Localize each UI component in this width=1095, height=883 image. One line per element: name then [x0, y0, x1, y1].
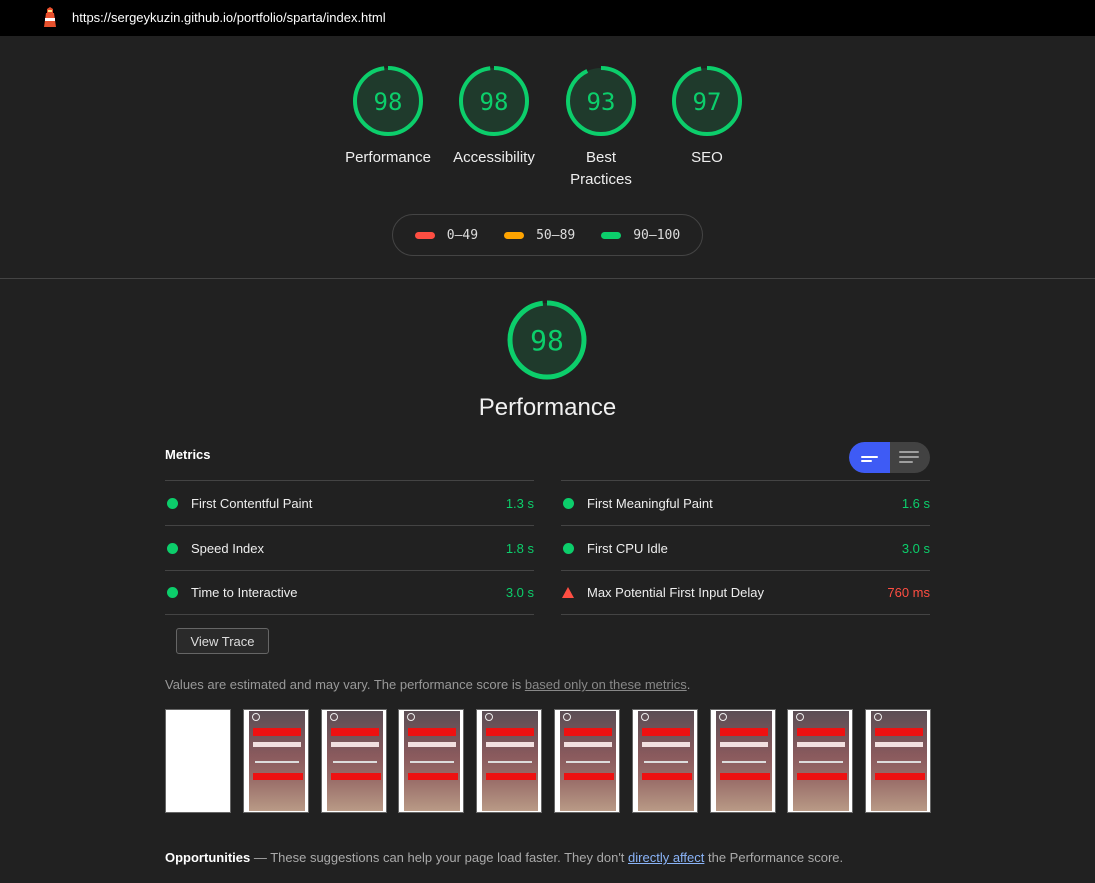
metrics-view-toggle[interactable] [849, 442, 930, 473]
expanded-view-icon-line [899, 461, 913, 463]
expanded-view-icon[interactable] [899, 451, 919, 453]
legend-swatch [504, 231, 525, 239]
pass-icon [167, 497, 178, 509]
gauge-accessibility[interactable]: 98 Accessibility [439, 65, 549, 169]
gauge-ring: 98 [353, 66, 423, 136]
frame-thumbnail [327, 711, 383, 811]
pass-icon [563, 497, 574, 509]
metric-first-cpu-idle: First CPU Idle 3.0 s [561, 525, 930, 570]
legend-item-fail: 0–49 [414, 227, 479, 243]
legend-swatch [414, 231, 435, 239]
gauge-ring: 98 [507, 300, 587, 380]
fail-icon [562, 587, 574, 598]
filmstrip [165, 709, 931, 813]
legend-range: 50–89 [536, 227, 576, 243]
frame-thumbnail [716, 711, 772, 811]
compact-view-icon [861, 456, 878, 458]
pass-icon [563, 542, 574, 554]
metric-first-contentful-paint: First Contentful Paint 1.3 s [165, 480, 534, 525]
gauge-best-practices[interactable]: 93 Best Practices [546, 65, 656, 191]
opportunities-text-end: the Performance score. [704, 850, 844, 865]
frame-thumbnail [560, 711, 616, 811]
legend-swatch [601, 231, 622, 239]
metric-value: 3.0 s [505, 585, 534, 600]
gauge-score: 93 [587, 88, 616, 116]
frame-thumbnail [249, 711, 305, 811]
filmstrip-frame [554, 709, 620, 813]
section-title: Performance [478, 394, 617, 421]
scoring-link[interactable]: based only on these metrics [525, 677, 687, 692]
legend-item-average: 50–89 [504, 228, 575, 243]
frame-thumbnail [404, 711, 460, 811]
gauge-label: Best Practices [570, 149, 632, 188]
page-url[interactable]: https://sergeykuzin.github.io/portfolio/… [72, 10, 386, 25]
gauge-performance[interactable]: 98 Performance [333, 65, 443, 169]
filmstrip-frame [787, 709, 853, 813]
metric-value: 1.8 s [505, 540, 534, 556]
gauge-score: 98 [480, 88, 509, 116]
directly-affect-link[interactable]: directly affect [628, 850, 704, 865]
browser-bar: https://sergeykuzin.github.io/portfolio/… [0, 0, 1095, 36]
filmstrip-frame [632, 709, 698, 813]
metric-name: Max Potential First Input Delay [587, 585, 765, 600]
gauge-score: 97 [693, 88, 722, 116]
opportunities-header: Opportunities — These suggestions can he… [165, 850, 843, 865]
filmstrip-frame [321, 709, 387, 813]
filmstrip-frame [476, 709, 542, 813]
lighthouse-icon [44, 7, 56, 27]
metric-time-to-interactive: Time to Interactive 3.0 s [165, 570, 534, 615]
compact-view-icon-line [861, 460, 872, 462]
opportunities-text: — These suggestions can help your page l… [250, 850, 629, 865]
gauge-label: Performance [345, 149, 431, 166]
metrics-column-left: First Contentful Paint 1.3 s Speed Index… [165, 480, 534, 615]
frame-thumbnail [482, 711, 538, 811]
filmstrip-frame [243, 709, 309, 813]
pass-icon [167, 587, 178, 598]
gauge-ring: 93 [566, 66, 636, 136]
metric-value: 760 ms [887, 585, 930, 600]
metric-first-meaningful-paint: First Meaningful Paint 1.6 s [561, 480, 930, 525]
view-trace-button[interactable]: View Trace [176, 628, 269, 654]
legend-range: 90–100 [633, 227, 681, 243]
metric-name: Speed Index [191, 540, 265, 556]
legend-item-pass: 90–100 [601, 228, 680, 243]
opportunities-title: Opportunities [165, 850, 251, 865]
gauge-label: Accessibility [453, 149, 535, 166]
metrics-column-right: First Meaningful Paint 1.6 s First CPU I… [561, 480, 930, 615]
gauge-score: 98 [374, 88, 403, 116]
frame-thumbnail [638, 711, 694, 811]
pass-icon [167, 542, 178, 554]
metric-speed-index: Speed Index 1.8 s [165, 525, 534, 570]
metric-value: 3.0 s [901, 540, 930, 556]
performance-score: 98 [530, 324, 564, 357]
metrics-heading: Metrics [165, 447, 211, 462]
frame-thumbnail [871, 711, 927, 811]
metric-name: First Meaningful Paint [587, 495, 713, 511]
metric-value: 1.3 s [505, 495, 534, 511]
score-legend: 0–49 50–89 90–100 [392, 214, 703, 256]
filmstrip-frame [165, 709, 231, 813]
gauge-label: SEO [691, 149, 723, 166]
metric-value: 1.6 s [901, 495, 930, 511]
metric-name: First Contentful Paint [191, 495, 313, 511]
note-text: Values are estimated and may vary. The p… [165, 677, 525, 692]
section-divider [0, 278, 1095, 279]
gauge-ring: 97 [672, 66, 742, 136]
frame-thumbnail [793, 711, 849, 811]
metric-name: First CPU Idle [587, 540, 668, 556]
metric-max-potential-fid: Max Potential First Input Delay 760 ms [561, 570, 930, 615]
gauge-ring: 98 [459, 66, 529, 136]
estimate-note: Values are estimated and may vary. The p… [165, 677, 690, 692]
legend-range: 0–49 [446, 227, 479, 243]
note-text-end: . [686, 677, 691, 692]
expanded-view-icon-line [899, 456, 919, 458]
performance-gauge: 98 [507, 300, 587, 385]
metric-name: Time to Interactive [191, 585, 298, 600]
filmstrip-frame [865, 709, 931, 813]
filmstrip-frame [398, 709, 464, 813]
gauge-seo[interactable]: 97 SEO [652, 65, 762, 169]
filmstrip-frame [710, 709, 776, 813]
